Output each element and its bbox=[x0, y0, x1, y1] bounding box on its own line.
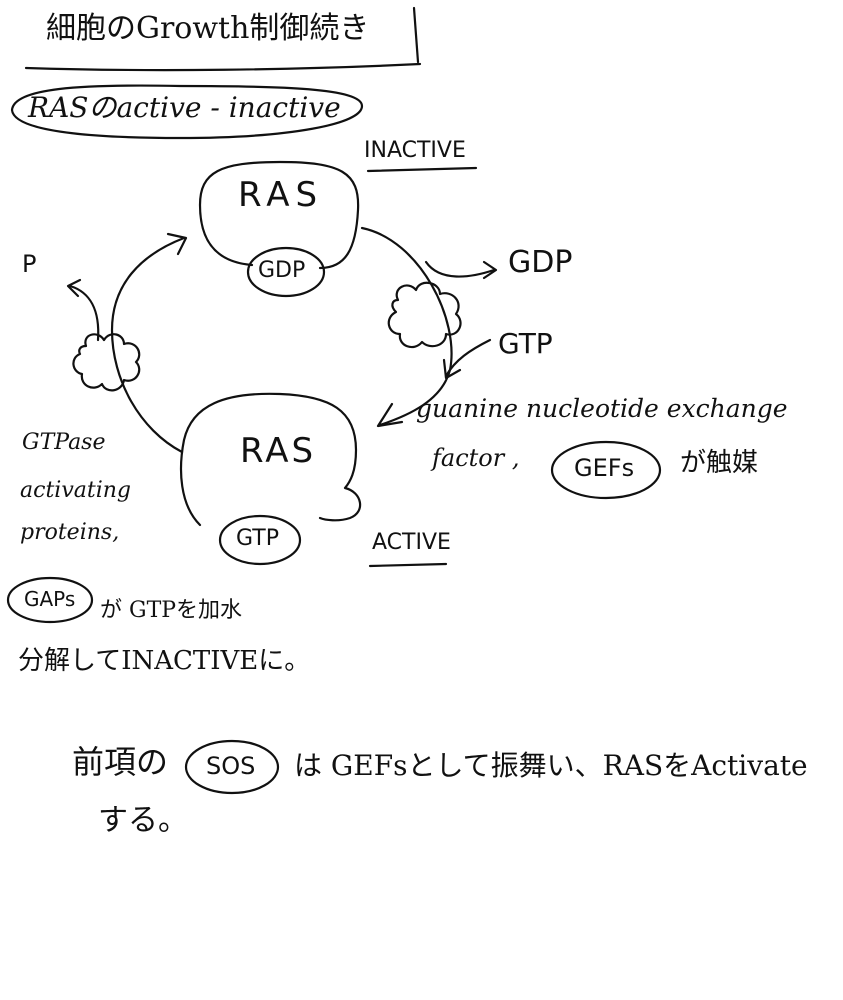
gtp-entry-arrow bbox=[444, 338, 492, 378]
gdp-bound-label: GDP bbox=[258, 258, 306, 283]
gap-inactivation-text: 分解してINACTIVEに。 bbox=[18, 646, 311, 676]
gtp-bound-label: GTP bbox=[236, 526, 279, 551]
gaps-label: GAPs bbox=[24, 587, 76, 611]
gef-catalyst-text: が触媒 bbox=[680, 448, 759, 478]
gdp-release-arrow bbox=[424, 260, 496, 278]
gdp-released-label: GDP bbox=[508, 245, 573, 280]
gap-description-line2: activating bbox=[20, 478, 131, 503]
gef-description-line2: factor , bbox=[432, 444, 520, 472]
activation-arrowhead bbox=[376, 402, 404, 428]
gefs-label: GEFs bbox=[574, 454, 635, 482]
page-title: 細胞のGrowth制御続き bbox=[46, 11, 370, 46]
inactivation-arrow bbox=[110, 236, 186, 454]
sos-note-prefix: 前項の bbox=[72, 743, 169, 781]
ras-inactive-label: RAS bbox=[238, 175, 324, 215]
active-label: ACTIVE bbox=[372, 530, 451, 555]
title-underline bbox=[24, 62, 422, 72]
gap-hydrolysis-text: が GTPを加水 bbox=[100, 598, 243, 623]
ras-active-label: RAS bbox=[240, 431, 317, 471]
inactive-label: INACTIVE bbox=[364, 138, 466, 163]
gap-description-line1: GTPase bbox=[22, 430, 106, 455]
inactive-underline bbox=[366, 166, 478, 173]
phosphate-release-arrow bbox=[68, 284, 100, 342]
sos-note-text: は GEFsとして振舞い、RASをActivate bbox=[294, 749, 808, 782]
gap-description-line3: proteins, bbox=[20, 520, 120, 545]
gdp-release-arrowhead bbox=[482, 260, 498, 280]
gef-description-line1: guanine nucleotide exchange bbox=[416, 394, 788, 423]
sos-label: SOS bbox=[206, 752, 256, 780]
gap-cloud-shape bbox=[72, 333, 141, 392]
active-underline bbox=[368, 562, 448, 568]
title-right-bracket bbox=[412, 6, 420, 64]
phosphate-label: P bbox=[22, 250, 37, 278]
gtp-added-label: GTP bbox=[498, 327, 553, 360]
sos-note-line2: する。 bbox=[98, 803, 188, 838]
subtitle: RASのactive - inactive bbox=[28, 91, 341, 124]
